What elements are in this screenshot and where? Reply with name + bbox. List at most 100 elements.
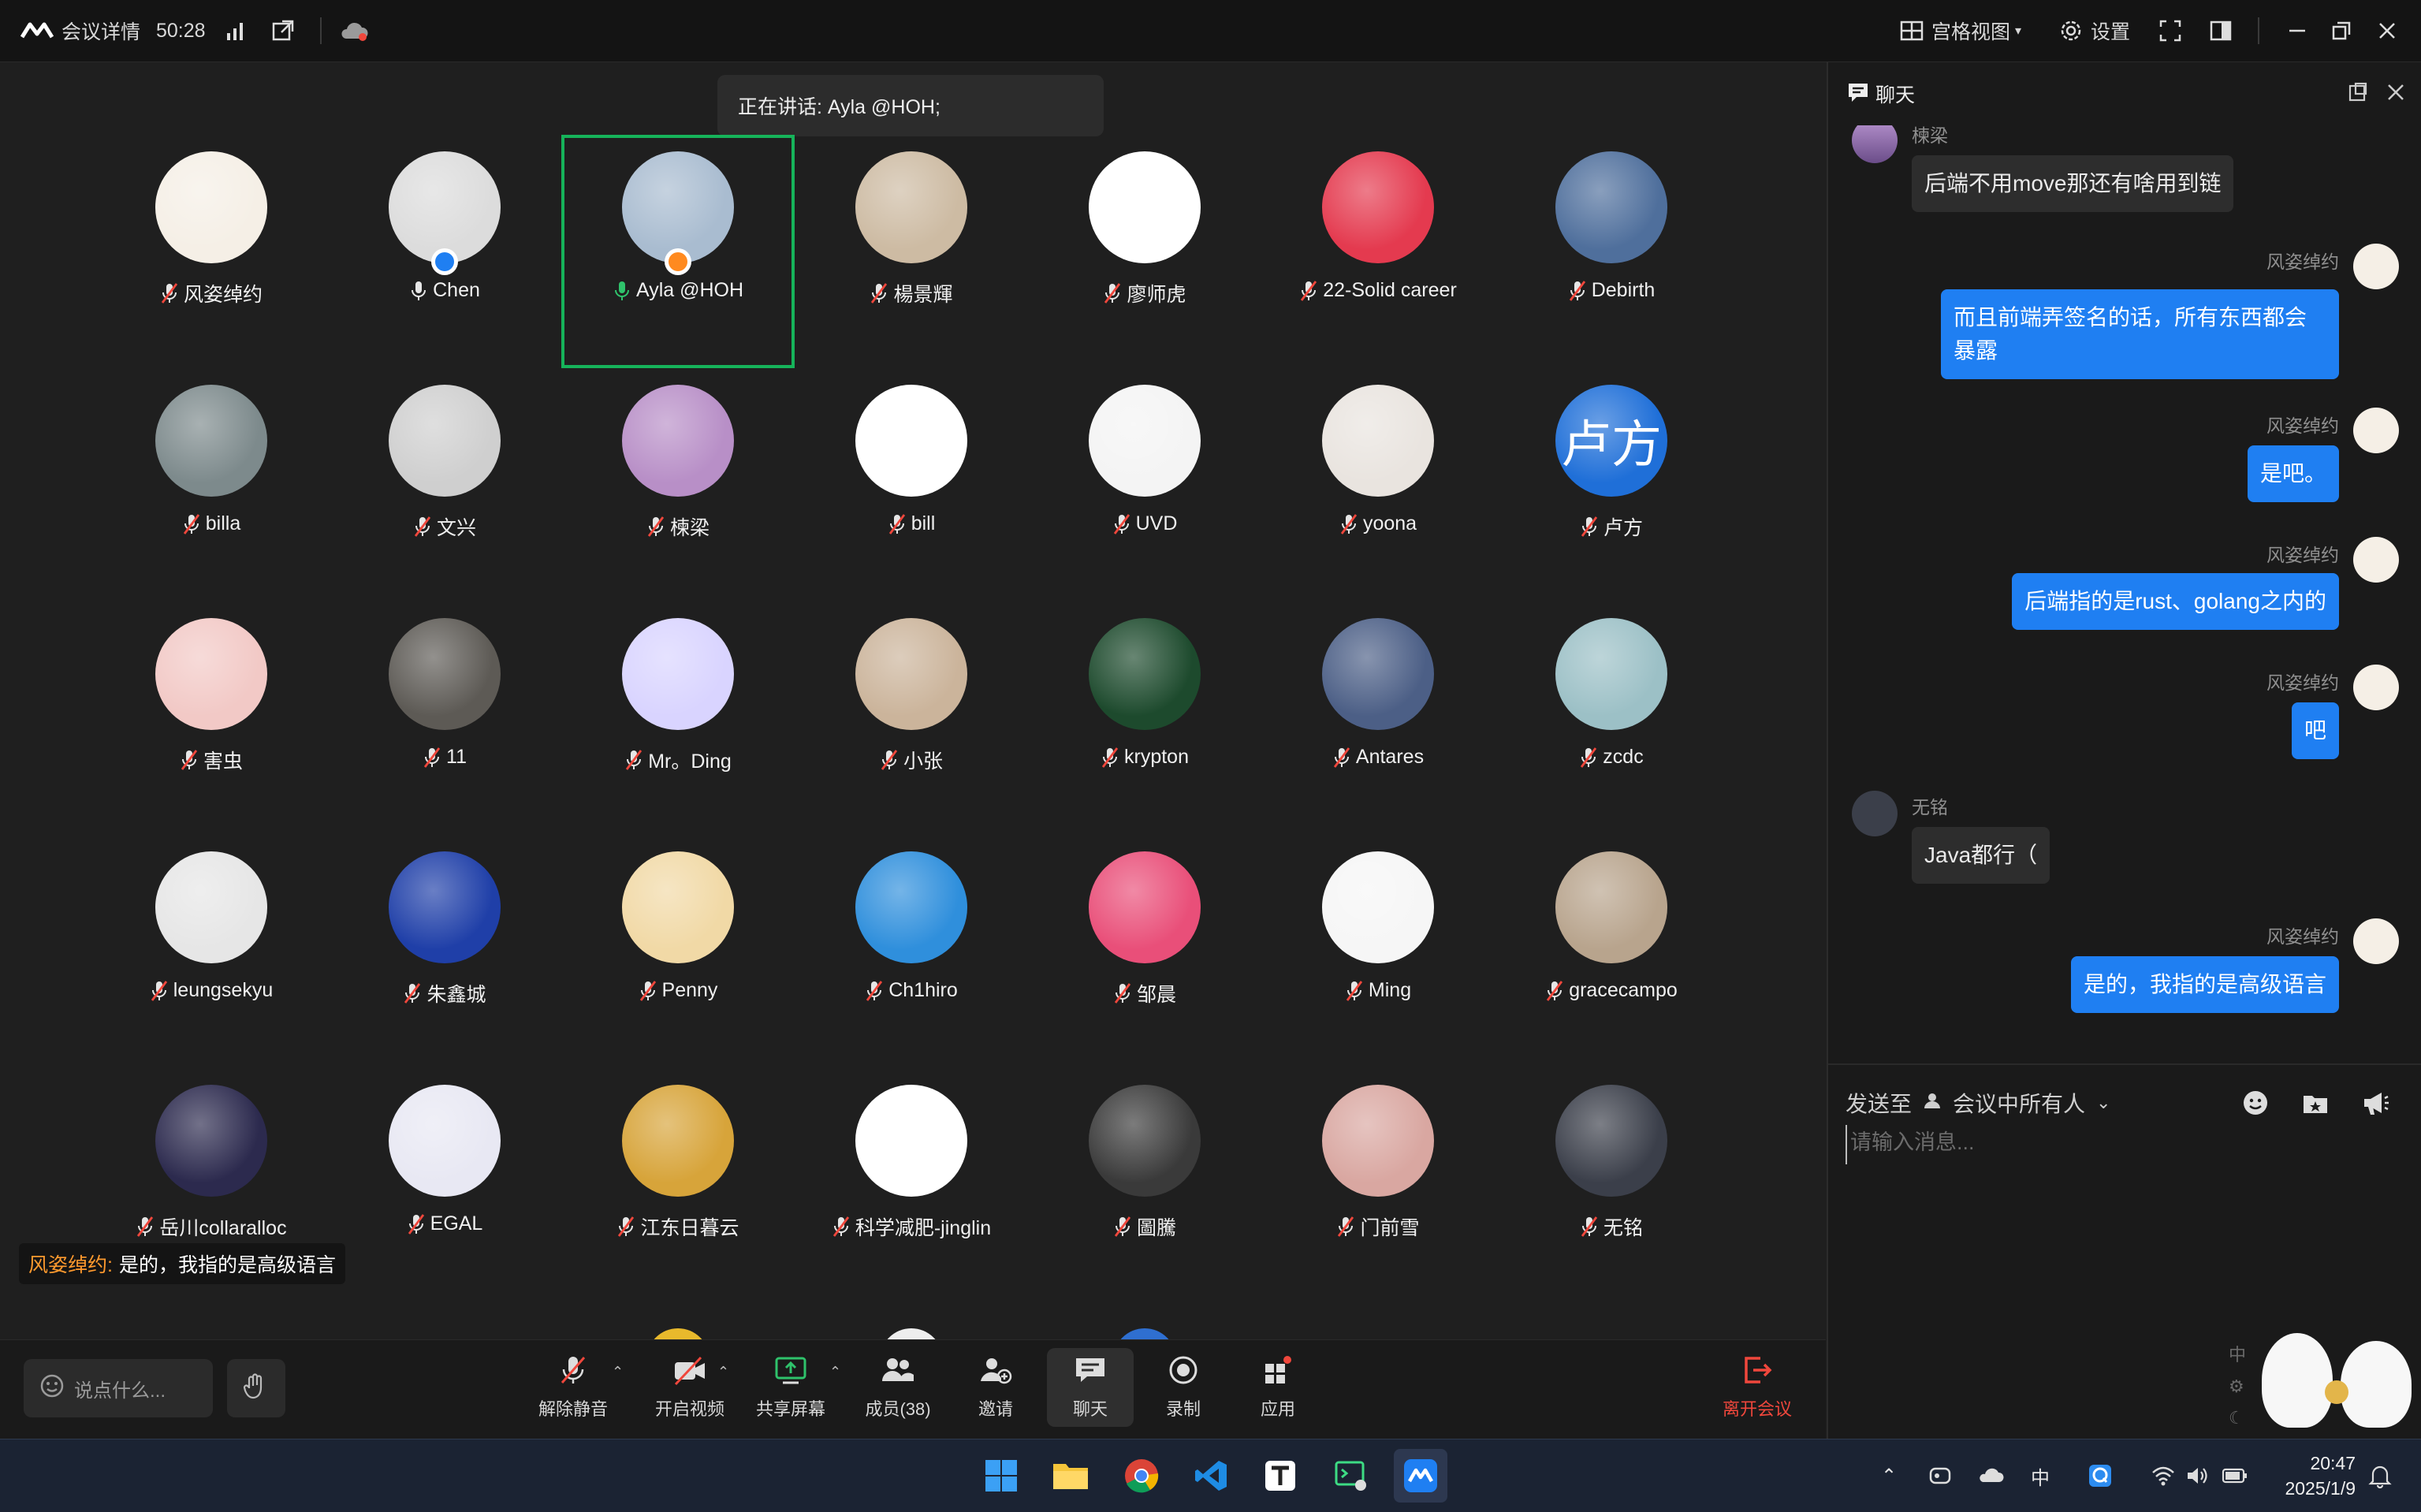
tray-app-icon[interactable]: [1928, 1439, 1952, 1512]
send-to-selector[interactable]: 发送至 会议中所有人 ⌄: [1846, 1087, 2110, 1119]
wifi-icon[interactable]: [2151, 1439, 2176, 1512]
record-button[interactable]: 录制: [1132, 1348, 1235, 1427]
participant-tile[interactable]: 11: [328, 601, 561, 835]
fullscreen-icon[interactable]: [2158, 0, 2182, 61]
tencent-meeting-taskbar-icon[interactable]: [1394, 1449, 1447, 1503]
qq-icon[interactable]: [2088, 1439, 2113, 1512]
participant-tile[interactable]: Ayla @HOH: [561, 135, 795, 368]
terminal-icon[interactable]: [1324, 1449, 1378, 1503]
participant-tile[interactable]: 圖騰: [1028, 1068, 1261, 1302]
participant-tile[interactable]: 朱鑫城: [328, 835, 561, 1068]
chat-button[interactable]: 聊天: [1047, 1348, 1134, 1427]
chat-message-list[interactable]: 楝梁 后端不用move那还有啥用到链 风姿绰约 而且前端弄签名的话，所有东西都会…: [1828, 125, 2421, 1063]
meeting-details-button[interactable]: 会议详情: [20, 0, 140, 61]
leave-meeting-button[interactable]: 离开会议: [1706, 1348, 1808, 1427]
participant-tile[interactable]: 邹晨: [1028, 835, 1261, 1068]
participant-tile[interactable]: UVD: [1028, 368, 1261, 601]
avatar: [1089, 151, 1201, 263]
participant-tile[interactable]: 卢方 卢方: [1495, 368, 1728, 601]
smile-icon: [39, 1373, 65, 1404]
restore-icon[interactable]: [2330, 0, 2352, 61]
file-folder-icon[interactable]: [2301, 1089, 2330, 1121]
participant-tile[interactable]: yoona: [1261, 368, 1495, 601]
participant-tile[interactable]: 害虫: [95, 601, 328, 835]
chevron-up-icon[interactable]: ⌃: [829, 1364, 841, 1380]
chat-popup-caption[interactable]: 风姿绰约: 是的，我指的是高级语言: [19, 1243, 345, 1284]
participant-tile[interactable]: billa: [95, 368, 328, 601]
participant-tile[interactable]: leungsekyu: [95, 835, 328, 1068]
volume-icon[interactable]: [2185, 1439, 2211, 1512]
avatar: [389, 618, 501, 730]
file-explorer-icon[interactable]: [1044, 1449, 1097, 1503]
participant-tile[interactable]: 小张: [795, 601, 1028, 835]
settings-icon: ⚙: [2229, 1376, 2244, 1396]
typora-icon[interactable]: [1253, 1449, 1307, 1503]
members-button[interactable]: 成员(38): [847, 1348, 949, 1427]
close-icon[interactable]: [2376, 0, 2398, 61]
popout-icon[interactable]: [271, 0, 295, 61]
windows-start-icon[interactable]: [974, 1449, 1028, 1503]
cloud-record-icon[interactable]: [339, 0, 369, 61]
participant-tile[interactable]: Chen: [328, 135, 561, 368]
participant-tile[interactable]: Ch1hiro: [795, 835, 1028, 1068]
onedrive-icon[interactable]: [1977, 1439, 2004, 1512]
announcement-icon[interactable]: [2361, 1089, 2389, 1121]
participant-tile[interactable]: EGAL: [328, 1068, 561, 1302]
start-video-button[interactable]: 开启视频: [639, 1348, 741, 1427]
mic-muted-icon: [1580, 1216, 1599, 1238]
close-icon[interactable]: [2385, 81, 2407, 107]
participant-tile[interactable]: Ming: [1261, 835, 1495, 1068]
avatar: [389, 385, 501, 497]
participant-tile[interactable]: gracecampo: [1495, 835, 1728, 1068]
chrome-icon[interactable]: [1115, 1449, 1168, 1503]
chevron-up-icon[interactable]: ⌃: [717, 1364, 729, 1380]
share-screen-button[interactable]: 共享屏幕: [739, 1348, 842, 1427]
settings-button[interactable]: 设置: [2059, 0, 2130, 61]
emoji-icon[interactable]: [2241, 1089, 2270, 1121]
participant-tile[interactable]: 廖师虎: [1028, 135, 1261, 368]
participant-tile[interactable]: Antares: [1261, 601, 1495, 835]
chat-message-input[interactable]: 请输入消息...: [1846, 1125, 2402, 1164]
ime-indicator[interactable]: 中: [2031, 1439, 2050, 1512]
participant-tile[interactable]: 无铭: [1495, 1068, 1728, 1302]
participant-tile[interactable]: 科学减肥-jinglin: [795, 1068, 1028, 1302]
tray-overflow-icon[interactable]: ⌃: [1881, 1439, 1897, 1512]
mic-muted-icon: [407, 1213, 426, 1235]
invite-button[interactable]: 邀请: [944, 1348, 1047, 1427]
sidebar-toggle-icon[interactable]: [2209, 0, 2233, 61]
participant-tile[interactable]: 22-Solid career: [1261, 135, 1495, 368]
vscode-icon[interactable]: [1184, 1449, 1238, 1503]
participant-tile[interactable]: Debirth: [1495, 135, 1728, 368]
reaction-input[interactable]: 说点什么...: [24, 1359, 213, 1417]
participant-tile[interactable]: zcdc: [1495, 601, 1728, 835]
apps-icon: [1262, 1354, 1294, 1395]
unmute-button[interactable]: 解除静音: [522, 1348, 624, 1427]
participant-name-row: 楊景輝: [795, 279, 1028, 307]
participant-tile[interactable]: bill: [795, 368, 1028, 601]
signal-icon[interactable]: [225, 0, 248, 61]
participant-tile[interactable]: 楊景輝: [795, 135, 1028, 368]
participant-tile[interactable]: 门前雪: [1261, 1068, 1495, 1302]
notification-bell-icon[interactable]: [2368, 1439, 2392, 1512]
avatar: [2353, 918, 2399, 964]
apps-button[interactable]: 应用: [1227, 1348, 1329, 1427]
participant-tile[interactable]: 风姿绰约: [95, 135, 328, 368]
system-clock[interactable]: 20:47 2025/1/9: [2261, 1451, 2356, 1501]
minimize-icon[interactable]: [2286, 0, 2308, 61]
battery-icon[interactable]: [2222, 1439, 2248, 1512]
hand-icon: [243, 1372, 270, 1405]
chevron-up-icon[interactable]: ⌃: [612, 1364, 624, 1380]
participant-tile[interactable]: 文兴: [328, 368, 561, 601]
participant-tile[interactable]: 楝梁: [561, 368, 795, 601]
raise-hand-button[interactable]: [227, 1359, 285, 1417]
grid-view-button[interactable]: 宫格视图 ▾: [1900, 0, 2021, 61]
divider: [1828, 1063, 2421, 1065]
participant-tile[interactable]: Penny: [561, 835, 795, 1068]
participant-tile[interactable]: krypton: [1028, 601, 1261, 835]
participant-tile[interactable]: 江东日暮云: [561, 1068, 795, 1302]
chat-panel: 聊天 楝梁 后端不用move那还有啥用到链 风姿绰约 而且前端弄签名的话，所有东…: [1827, 62, 2421, 1439]
avatar: [622, 618, 734, 730]
popout-icon[interactable]: [2347, 81, 2369, 107]
mic-muted-icon: [1113, 1216, 1132, 1238]
participant-tile[interactable]: Mr。Ding: [561, 601, 795, 835]
